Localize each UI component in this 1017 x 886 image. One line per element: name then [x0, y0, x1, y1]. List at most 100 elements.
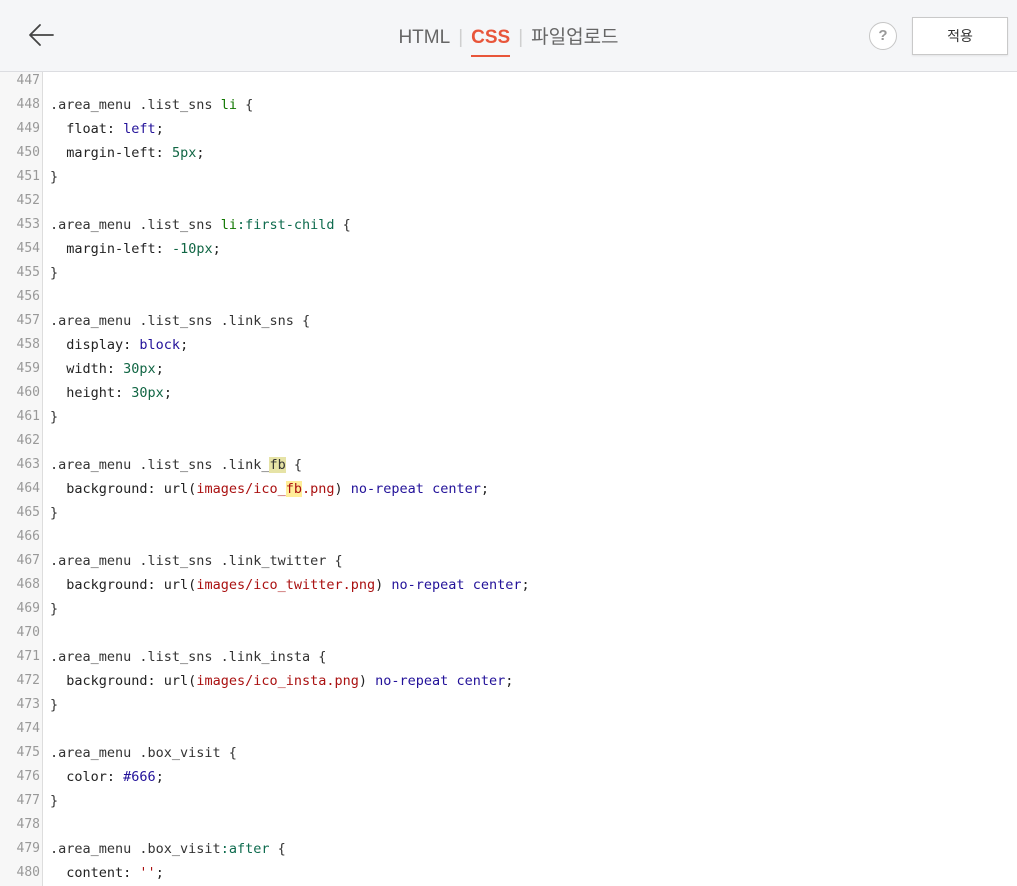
code-line[interactable]: 456: [0, 285, 1017, 309]
code-line[interactable]: 449 float: left;: [0, 117, 1017, 141]
code-line[interactable]: 465}: [0, 501, 1017, 525]
code-token: : url(: [147, 673, 197, 689]
code-line[interactable]: 470: [0, 621, 1017, 645]
code-token: }: [50, 409, 59, 425]
line-number: 451: [16, 169, 40, 184]
code-line[interactable]: 462: [0, 429, 1017, 453]
code-token: images/ico_twitter.png: [196, 577, 376, 593]
line-number: 455: [16, 265, 40, 280]
code-line[interactable]: 455}: [0, 261, 1017, 285]
code-token: .area_menu .list_sns: [50, 217, 221, 233]
code-token: ): [358, 673, 376, 689]
code-line[interactable]: 473}: [0, 693, 1017, 717]
code-token: .area_menu .list_sns .link_twitter {: [50, 553, 343, 569]
code-token: no-repeat: [350, 481, 424, 497]
code-token: center: [472, 577, 522, 593]
code-text: background: url(images/ico_insta.png) no…: [50, 669, 513, 693]
question-icon: ?: [878, 27, 888, 44]
code-text: .area_menu .list_sns .link_fb {: [50, 453, 302, 477]
tab-css[interactable]: CSS: [467, 24, 514, 57]
code-token: no-repeat: [391, 577, 465, 593]
line-number: 476: [16, 769, 40, 784]
code-token: background: [50, 673, 148, 689]
help-button[interactable]: ?: [869, 22, 897, 50]
code-token: :first-child: [236, 217, 335, 233]
code-token: }: [50, 793, 59, 809]
code-token: :: [155, 241, 172, 257]
apply-button[interactable]: 적용: [912, 17, 1008, 55]
code-line[interactable]: 475 .area_menu .box_visit {: [0, 741, 1017, 765]
css-code-editor[interactable]: 447 448 .area_menu .list_sns li {449 float…: [0, 72, 1017, 886]
code-token: ): [375, 577, 392, 593]
code-token: .png: [302, 481, 335, 497]
code-line[interactable]: 453 .area_menu .list_sns li:first-child {: [0, 213, 1017, 237]
code-token: {: [334, 217, 351, 233]
code-line[interactable]: 463 .area_menu .list_sns .link_fb {: [0, 453, 1017, 477]
code-line[interactable]: 458 display: block;: [0, 333, 1017, 357]
line-number: 450: [16, 145, 40, 160]
code-token: :after: [220, 841, 270, 857]
code-line[interactable]: 452: [0, 189, 1017, 213]
code-line[interactable]: 447: [0, 72, 1017, 93]
line-number: 475: [16, 745, 40, 760]
code-line[interactable]: 471 .area_menu .list_sns .link_insta {: [0, 645, 1017, 669]
code-token: margin-left: [50, 145, 156, 161]
line-number: 472: [16, 673, 40, 688]
code-text: display: block;: [50, 333, 188, 357]
tab-html[interactable]: HTML: [394, 24, 454, 52]
code-token: .area_menu .list_sns .link_insta {: [50, 649, 327, 665]
code-line[interactable]: 459 width: 30px;: [0, 357, 1017, 381]
code-line[interactable]: 464 background: url(images/ico_fb.png) n…: [0, 477, 1017, 501]
code-token: fb: [269, 457, 286, 473]
code-token: :: [106, 769, 124, 785]
code-text: .area_menu .list_sns li:first-child {: [50, 213, 351, 237]
line-number: 457: [16, 313, 40, 328]
code-token: '': [139, 865, 156, 881]
code-token: background: [50, 577, 148, 593]
tab-file-upload[interactable]: 파일업로드: [527, 24, 622, 52]
code-token: images/ico_insta.png: [196, 673, 359, 689]
code-token: {: [285, 457, 302, 473]
code-line[interactable]: 454 margin-left: -10px;: [0, 237, 1017, 261]
code-line[interactable]: 467 .area_menu .list_sns .link_twitter {: [0, 549, 1017, 573]
line-number: 447: [16, 73, 40, 88]
code-token: : url(: [147, 481, 197, 497]
code-token: 5px: [171, 145, 197, 161]
code-line[interactable]: 477}: [0, 789, 1017, 813]
code-line[interactable]: 450 margin-left: 5px;: [0, 141, 1017, 165]
code-line[interactable]: 468 background: url(images/ico_twitter.p…: [0, 573, 1017, 597]
code-line[interactable]: 460 height: 30px;: [0, 381, 1017, 405]
line-number: 449: [16, 121, 40, 136]
code-token: block: [139, 337, 181, 353]
code-token: fb: [285, 481, 302, 497]
code-text: margin-left: 5px;: [50, 141, 204, 165]
code-line[interactable]: 457 .area_menu .list_sns .link_sns {: [0, 309, 1017, 333]
code-line[interactable]: 472 background: url(images/ico_insta.png…: [0, 669, 1017, 693]
code-text: content: '';: [50, 861, 164, 885]
code-text: .area_menu .box_visit:after {: [50, 837, 286, 861]
code-text: background: url(images/ico_fb.png) no-re…: [50, 477, 489, 501]
code-line[interactable]: 480 content: '';: [0, 861, 1017, 885]
code-line[interactable]: 451}: [0, 165, 1017, 189]
line-number: 469: [16, 601, 40, 616]
code-text: }: [50, 597, 58, 621]
code-text: margin-left: -10px;: [50, 237, 220, 261]
code-text: }: [50, 405, 58, 429]
code-token: ;: [155, 361, 164, 377]
code-line[interactable]: 469}: [0, 597, 1017, 621]
code-line[interactable]: 461}: [0, 405, 1017, 429]
code-line[interactable]: 479 .area_menu .box_visit:after {: [0, 837, 1017, 861]
line-number: 456: [16, 289, 40, 304]
code-token: ;: [163, 385, 172, 401]
code-line[interactable]: 476 color: #666;: [0, 765, 1017, 789]
code-token: }: [50, 601, 59, 617]
code-line[interactable]: 448 .area_menu .list_sns li {: [0, 93, 1017, 117]
code-token: height: [50, 385, 116, 401]
code-token: :: [123, 865, 140, 881]
line-number: 454: [16, 241, 40, 256]
code-text: .area_menu .list_sns .link_insta {: [50, 645, 326, 669]
code-line[interactable]: 466: [0, 525, 1017, 549]
code-token: width: [50, 361, 107, 377]
code-line[interactable]: 478: [0, 813, 1017, 837]
code-line[interactable]: 474: [0, 717, 1017, 741]
